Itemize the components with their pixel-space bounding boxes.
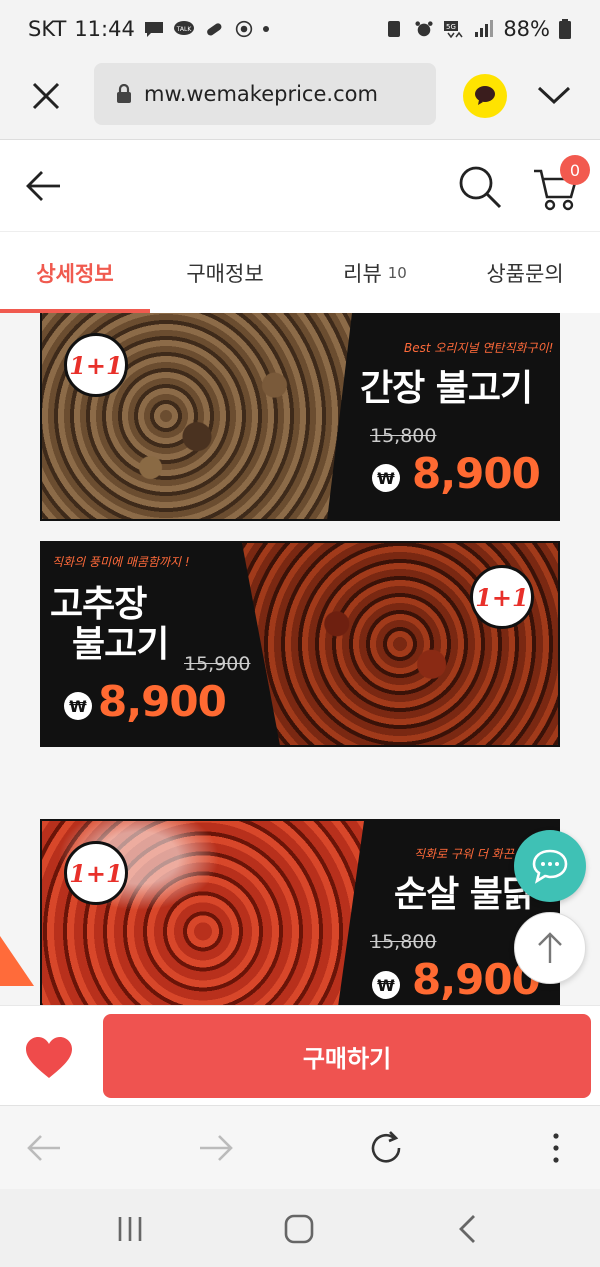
talk-icon: TALK (173, 21, 194, 35)
more-menu-icon[interactable] (536, 1128, 576, 1168)
buy-button[interactable]: 구매하기 (103, 1014, 591, 1098)
browser-back-icon[interactable] (24, 1128, 64, 1168)
banner-title: 간장 불고기 (360, 368, 533, 409)
tab-label: 상품문의 (486, 261, 564, 286)
old-price: 15,800 (370, 425, 437, 447)
old-price: 15,900 (184, 653, 251, 675)
won-symbol: ₩ (64, 692, 92, 720)
system-navigation-bar (0, 1189, 600, 1267)
tab-label: 리뷰 (343, 261, 382, 286)
close-icon[interactable] (26, 76, 66, 116)
decorative-orange-shape (0, 936, 34, 986)
one-plus-one-badge: 1+1 (470, 565, 534, 629)
alarm-icon (415, 21, 433, 37)
system-back-icon[interactable] (450, 1211, 486, 1247)
url-text: mw.wemakeprice.com (144, 82, 378, 106)
arrow-up-icon (538, 932, 562, 963)
svg-text:5G: 5G (446, 23, 456, 31)
review-count: 10 (387, 263, 407, 282)
chat-button[interactable] (514, 830, 586, 902)
tab-purchase-info[interactable]: 구매정보 (150, 232, 300, 313)
tab-reviews[interactable]: 리뷰 10 (300, 232, 450, 313)
browser-navigation-bar (0, 1105, 600, 1189)
chat-bubble-icon (532, 849, 568, 884)
time-label: 11:44 (74, 17, 135, 41)
battery-percent: 88% (503, 17, 550, 41)
browser-forward-icon[interactable] (196, 1128, 236, 1168)
scroll-to-top-button[interactable] (514, 912, 586, 984)
tab-label: 구매정보 (186, 261, 264, 286)
cart-count-badge: 0 (560, 155, 590, 185)
sale-price: 8,900 (412, 449, 541, 498)
banner-tagline: Best 오리지널 연탄직화구이! (404, 341, 554, 355)
home-icon[interactable] (281, 1211, 317, 1247)
sale-price: 8,900 (98, 677, 227, 726)
tab-label: 상세정보 (36, 261, 114, 286)
banner-title-line2: 불고기 (72, 624, 169, 665)
product-banner-gochujang-bulgogi: 1+1 직화의 풍미에 매콤함까지 ! 고추장 불고기 15,900 ₩ 8,9… (42, 543, 558, 745)
won-symbol: ₩ (372, 971, 400, 999)
svg-text:TALK: TALK (176, 26, 193, 33)
dot-icon (262, 26, 269, 32)
banner-tagline: 직화의 풍미에 매콤함까지 ! (52, 555, 190, 569)
product-banner-soy-bulgogi: 1+1 Best 오리지널 연탄직화구이! 간장 불고기 15,800 ₩ 8,… (42, 313, 558, 519)
chevron-down-icon[interactable] (536, 80, 572, 110)
reload-icon[interactable] (366, 1128, 406, 1168)
battery-icon (559, 19, 571, 39)
carrier-label: SKT (28, 17, 67, 41)
product-tabs: 상세정보 구매정보 리뷰 10 상품문의 (0, 231, 600, 313)
recycle-icon (388, 21, 401, 37)
banner-title: 순살 불닭 (394, 874, 535, 915)
one-plus-one-badge: 1+1 (64, 841, 128, 905)
kakao-share-button[interactable] (463, 74, 507, 118)
one-plus-one-badge: 1+1 (64, 333, 128, 397)
5g-icon: 5G (444, 21, 463, 38)
site-header (0, 141, 600, 231)
product-banner-boneless-buldak: 1+1 직화로 구워 더 화끈 순살 불닭 15,800 ₩ 8,900 (42, 821, 558, 1005)
banner-tagline: 직화로 구워 더 화끈 (414, 847, 514, 861)
lock-icon (117, 84, 131, 103)
old-price: 15,800 (370, 931, 437, 953)
message-icon (144, 22, 163, 37)
wishlist-heart-icon[interactable] (24, 1036, 74, 1080)
search-icon[interactable] (458, 165, 502, 209)
status-bar: SKT 11:44 TALK 5G 88% (0, 0, 600, 58)
won-symbol: ₩ (372, 464, 400, 492)
purchase-bar: 구매하기 (0, 1005, 600, 1105)
product-detail-content: 1+1 Best 오리지널 연탄직화구이! 간장 불고기 15,800 ₩ 8,… (0, 313, 600, 1005)
browser-toolbar: mw.wemakeprice.com (0, 58, 600, 140)
recent-apps-icon[interactable] (112, 1211, 148, 1247)
address-bar[interactable]: mw.wemakeprice.com (94, 63, 436, 125)
pill-icon (206, 23, 222, 36)
tab-product-inquiry[interactable]: 상품문의 (450, 232, 600, 313)
starbucks-icon (235, 20, 253, 38)
back-arrow-icon[interactable] (24, 166, 64, 206)
signal-icon (475, 20, 494, 37)
tab-detail-info[interactable]: 상세정보 (0, 232, 150, 313)
kakao-talk-icon (475, 86, 495, 105)
